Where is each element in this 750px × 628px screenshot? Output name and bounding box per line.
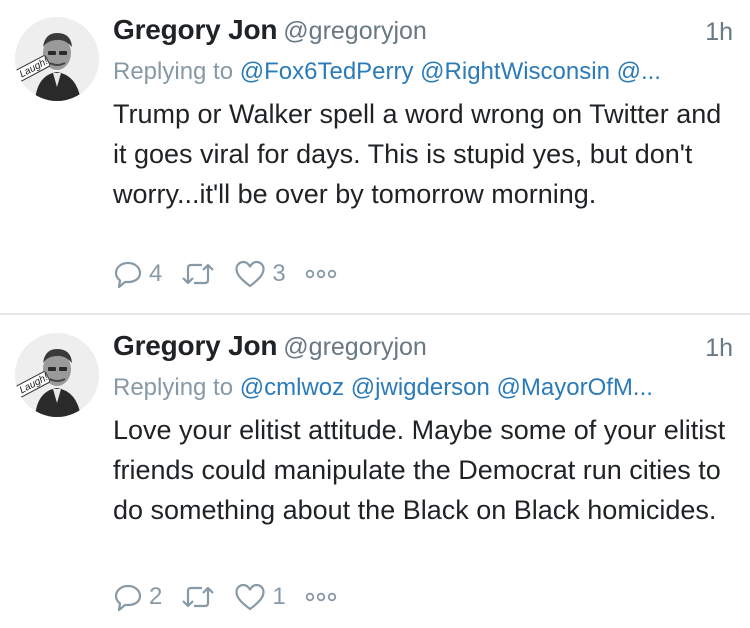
reply-button[interactable]: 2 <box>113 582 162 612</box>
author-name[interactable]: Gregory Jon <box>113 330 277 361</box>
tweet: Laugh! Gregory Jon @gregoryjon 1h Replyin… <box>0 316 750 628</box>
tweet-content: Gregory Jon @gregoryjon 1h Replying to @F… <box>113 14 733 289</box>
tweet-actions: 4 3 <box>113 257 356 291</box>
reply-icon <box>114 261 142 289</box>
avatar[interactable]: Laugh! <box>15 333 99 417</box>
more-icon <box>305 269 336 279</box>
like-count: 1 <box>272 583 286 610</box>
tweet: Laugh! Gregory Jon @gregoryjon 1h Replyin… <box>0 0 750 312</box>
more-button[interactable] <box>304 590 338 604</box>
tweet-header: Gregory Jon @gregoryjon 1h <box>113 330 733 370</box>
replying-to-mentions[interactable]: @cmlwoz @jwigderson @MayorOfM... <box>240 374 653 401</box>
like-button[interactable]: 1 <box>234 582 286 612</box>
more-button[interactable] <box>304 267 338 281</box>
retweet-button[interactable] <box>180 582 216 612</box>
replying-to-label: Replying to <box>113 374 234 401</box>
tweet-header: Gregory Jon @gregoryjon 1h <box>113 14 733 54</box>
replying-to: Replying to @Fox6TedPerry @RightWisconsi… <box>113 54 733 90</box>
tweet-actions: 2 1 <box>113 580 356 614</box>
tweet-text: Trump or Walker spell a word wrong on Tw… <box>113 99 722 209</box>
author-handle[interactable]: @gregoryjon <box>283 17 427 45</box>
retweet-icon <box>182 586 215 608</box>
like-count: 3 <box>272 260 286 287</box>
replying-to-mentions[interactable]: @Fox6TedPerry @RightWisconsin @... <box>240 58 661 85</box>
more-icon <box>305 592 336 602</box>
author-name[interactable]: Gregory Jon <box>113 14 277 45</box>
reply-icon <box>114 584 142 612</box>
tweet-timestamp[interactable]: 1h <box>705 18 733 47</box>
replying-to-label: Replying to <box>113 58 234 85</box>
like-icon <box>235 260 265 288</box>
reply-button[interactable]: 4 <box>113 259 162 289</box>
retweet-icon <box>182 263 215 285</box>
like-icon <box>235 583 265 611</box>
tweet-content: Gregory Jon @gregoryjon 1h Replying to @c… <box>113 330 733 612</box>
tweet-timestamp[interactable]: 1h <box>705 334 733 363</box>
avatar[interactable]: Laugh! <box>15 17 99 101</box>
like-button[interactable]: 3 <box>234 259 286 289</box>
author-handle[interactable]: @gregoryjon <box>283 333 427 361</box>
tweet-divider <box>0 313 750 315</box>
replying-to: Replying to @cmlwoz @jwigderson @MayorOf… <box>113 370 733 406</box>
reply-count: 4 <box>149 260 163 287</box>
tweet-text: Love your elitist attitude. Maybe some o… <box>113 415 726 525</box>
reply-count: 2 <box>149 583 163 610</box>
retweet-button[interactable] <box>180 259 216 289</box>
